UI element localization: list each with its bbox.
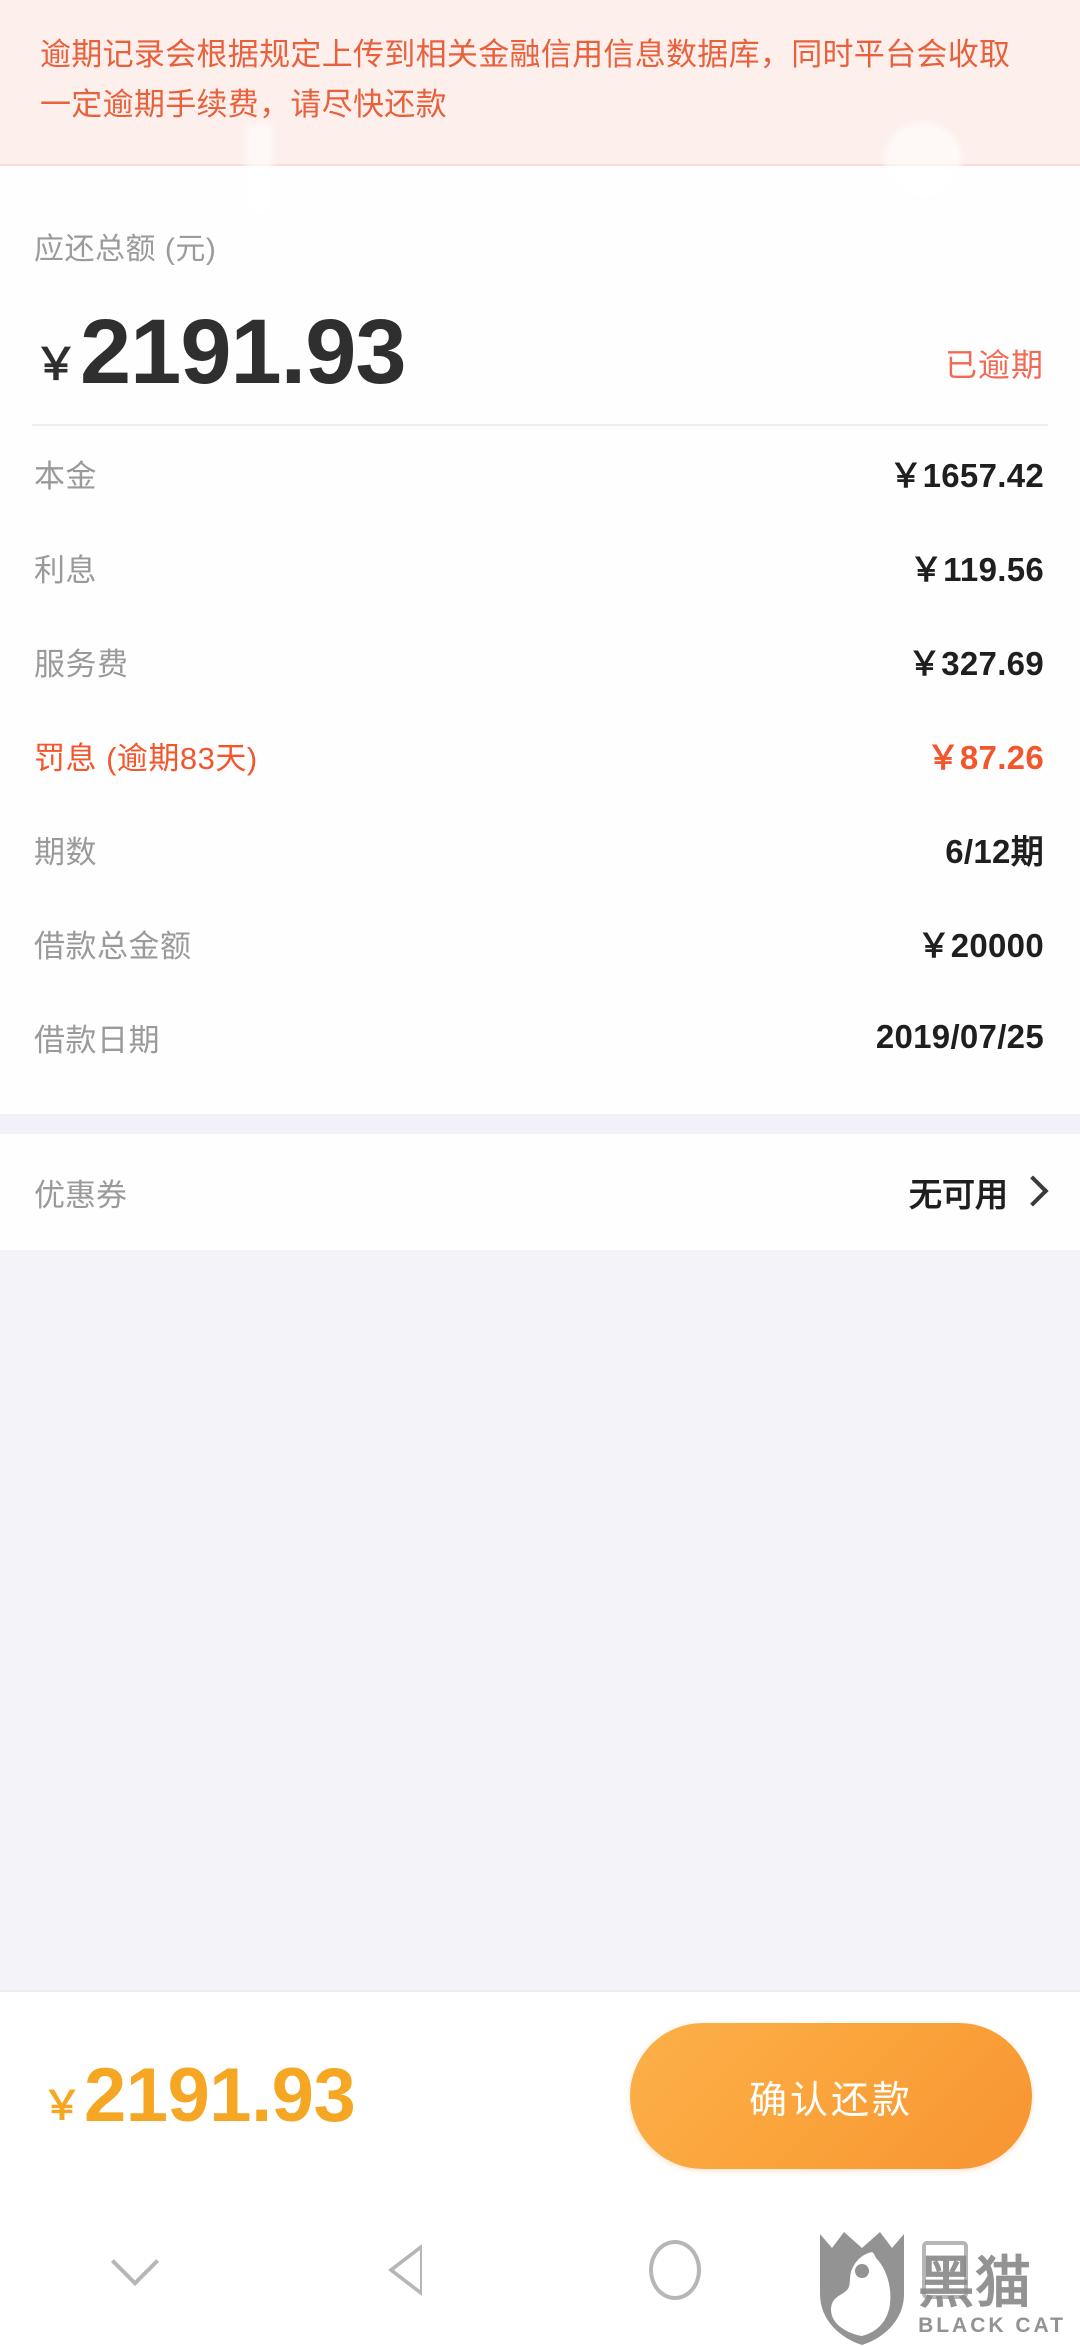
nav-back-button[interactable] <box>270 2244 540 2296</box>
detail-label: 借款日期 <box>34 1022 160 1058</box>
back-triangle-icon <box>388 2244 422 2296</box>
detail-value: 6/12期 <box>945 833 1044 870</box>
yen-symbol-icon: ￥ <box>42 2084 82 2128</box>
yen-symbol-icon: ￥ <box>34 340 78 389</box>
overdue-warning-text: 逾期记录会根据规定上传到相关金融信用信息数据库，同时平台会收取一定逾期手续费，请… <box>40 37 1011 122</box>
table-row: 利息 ￥119.56 <box>32 520 1048 614</box>
detail-value: 2019/07/25 <box>875 1018 1044 1055</box>
table-row: 借款总金额 ￥20000 <box>32 896 1048 990</box>
detail-label: 期数 <box>34 834 97 870</box>
nav-collapse-keyboard-button[interactable] <box>0 2237 270 2287</box>
android-navigation-bar: 黑猫 BLACK CAT <box>0 2200 1080 2345</box>
section-separator <box>0 1114 1080 1134</box>
detail-label: 服务费 <box>34 646 129 682</box>
table-row: 期数 6/12期 <box>32 802 1048 896</box>
coupon-value: 无可用 <box>909 1176 1008 1213</box>
detail-label: 本金 <box>34 458 97 494</box>
payable-amount-value: 2191.93 <box>84 2053 356 2138</box>
total-amount-label: 应还总额 (元) <box>34 233 217 266</box>
total-amount-value: 2191.93 <box>80 301 407 403</box>
nav-home-button[interactable] <box>540 2240 810 2300</box>
recents-square-icon <box>922 2241 968 2299</box>
detail-value-penalty: ￥87.26 <box>926 739 1044 776</box>
coupon-value-group: 无可用 <box>909 1168 1049 1216</box>
bottom-action-bar: ￥ 2191.93 确认还款 <box>0 1990 1080 2200</box>
table-row: 服务费 ￥327.69 <box>32 614 1048 708</box>
repayment-screen: 逾期记录会根据规定上传到相关金融信用信息数据库，同时平台会收取一定逾期手续费，请… <box>0 0 1080 2345</box>
confirm-repayment-button[interactable]: 确认还款 <box>630 2023 1032 2169</box>
loan-detail-list: 本金 ￥1657.42 利息 ￥119.56 服务费 ￥327.69 罚息 (逾… <box>0 426 1080 1114</box>
detail-label: 利息 <box>34 552 97 588</box>
nav-recents-button[interactable] <box>810 2241 1080 2299</box>
total-amount-row: ￥ 2191.93 已逾期 <box>32 268 1048 398</box>
table-row-penalty: 罚息 (逾期83天) ￥87.26 <box>32 708 1048 802</box>
detail-label-penalty: 罚息 (逾期83天) <box>34 740 258 776</box>
page-background-filler <box>0 1250 1080 1990</box>
status-badge: 已逾期 <box>944 347 1044 383</box>
payable-amount-display: ￥ 2191.93 <box>42 2053 356 2138</box>
coupon-label: 优惠券 <box>34 1177 127 1213</box>
detail-label: 借款总金额 <box>34 928 192 964</box>
detail-value: ￥1657.42 <box>889 457 1044 494</box>
home-circle-icon <box>649 2240 701 2300</box>
overdue-warning-banner: 逾期记录会根据规定上传到相关金融信用信息数据库，同时平台会收取一定逾期手续费，请… <box>0 0 1080 216</box>
chevron-right-icon <box>1017 1175 1049 1207</box>
total-amount-card: 应还总额 (元) ￥ 2191.93 已逾期 <box>0 166 1080 426</box>
total-amount-display: ￥ 2191.93 <box>34 301 407 403</box>
detail-value: ￥20000 <box>917 927 1044 964</box>
detail-value: ￥119.56 <box>909 551 1044 588</box>
table-row: 借款日期 2019/07/25 <box>32 990 1048 1084</box>
chevron-down-icon <box>110 2237 160 2287</box>
detail-value: ￥327.69 <box>907 645 1044 682</box>
coupon-card: 优惠券 无可用 <box>0 1134 1080 1250</box>
coupon-row[interactable]: 优惠券 无可用 <box>32 1134 1049 1250</box>
watermark-en-text: BLACK CAT <box>918 2313 1066 2337</box>
table-row: 本金 ￥1657.42 <box>32 426 1048 520</box>
